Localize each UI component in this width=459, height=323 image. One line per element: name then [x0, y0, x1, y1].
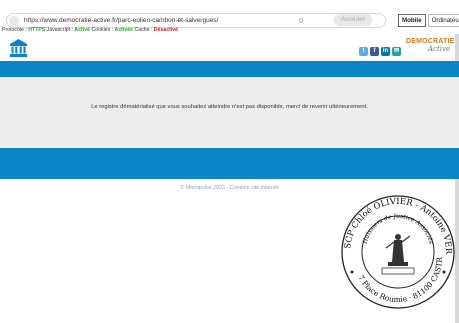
url-indicator: 0: [299, 18, 303, 25]
access-button[interactable]: Accéder: [334, 14, 372, 26]
logo-subtitle: Active: [428, 45, 451, 53]
home-temple-icon[interactable]: [10, 39, 27, 57]
javascript-label: Javascript :: [46, 27, 73, 33]
protocol-value: HTTPS: [28, 27, 46, 33]
cache-label: Cache :: [134, 27, 153, 33]
twitter-icon[interactable]: t: [359, 47, 368, 56]
logo-title: DEMOCRATIE: [406, 38, 455, 45]
protocol-status: Protocole : HTTPS Javascript : Activé Co…: [2, 27, 178, 33]
nav-band: [0, 61, 459, 77]
footer-credit[interactable]: © Micropulse 2023 - Création site intern…: [0, 185, 459, 191]
url-text[interactable]: https://www.democratie-active.fr/parc-eo…: [24, 17, 218, 24]
facebook-icon[interactable]: f: [370, 47, 379, 56]
footer-band: [0, 148, 459, 179]
bailiff-stamp-seal: SCP Chloé OLIVIER - Antoine VERGÉ Huissi…: [338, 192, 455, 309]
cache-value: Désactivé: [153, 27, 179, 33]
cookies-value: Activés: [114, 27, 133, 33]
view-mode-switch: Mobile Ordinateur: [398, 14, 459, 27]
url-bar[interactable]: https://www.democratie-active.fr/parc-eo…: [6, 13, 386, 28]
desktop-mode-button[interactable]: Ordinateur: [427, 14, 459, 27]
site-logo[interactable]: DEMOCRATIE Active: [406, 38, 454, 60]
linkedin-icon[interactable]: in: [381, 47, 390, 56]
page: https://www.democratie-active.fr/parc-eo…: [0, 0, 459, 323]
mobile-mode-button[interactable]: Mobile: [398, 14, 426, 27]
social-links: t f in ✉: [359, 47, 403, 56]
content-area: [0, 77, 459, 148]
mail-icon[interactable]: ✉: [392, 47, 401, 56]
unavailable-message: Le registre dématérialisé que vous souha…: [91, 104, 368, 110]
javascript-value: Activé: [74, 27, 90, 33]
protocol-label: Protocole :: [2, 27, 27, 33]
cookies-label: Cookies :: [91, 27, 114, 33]
site-info-icon[interactable]: [9, 15, 19, 26]
